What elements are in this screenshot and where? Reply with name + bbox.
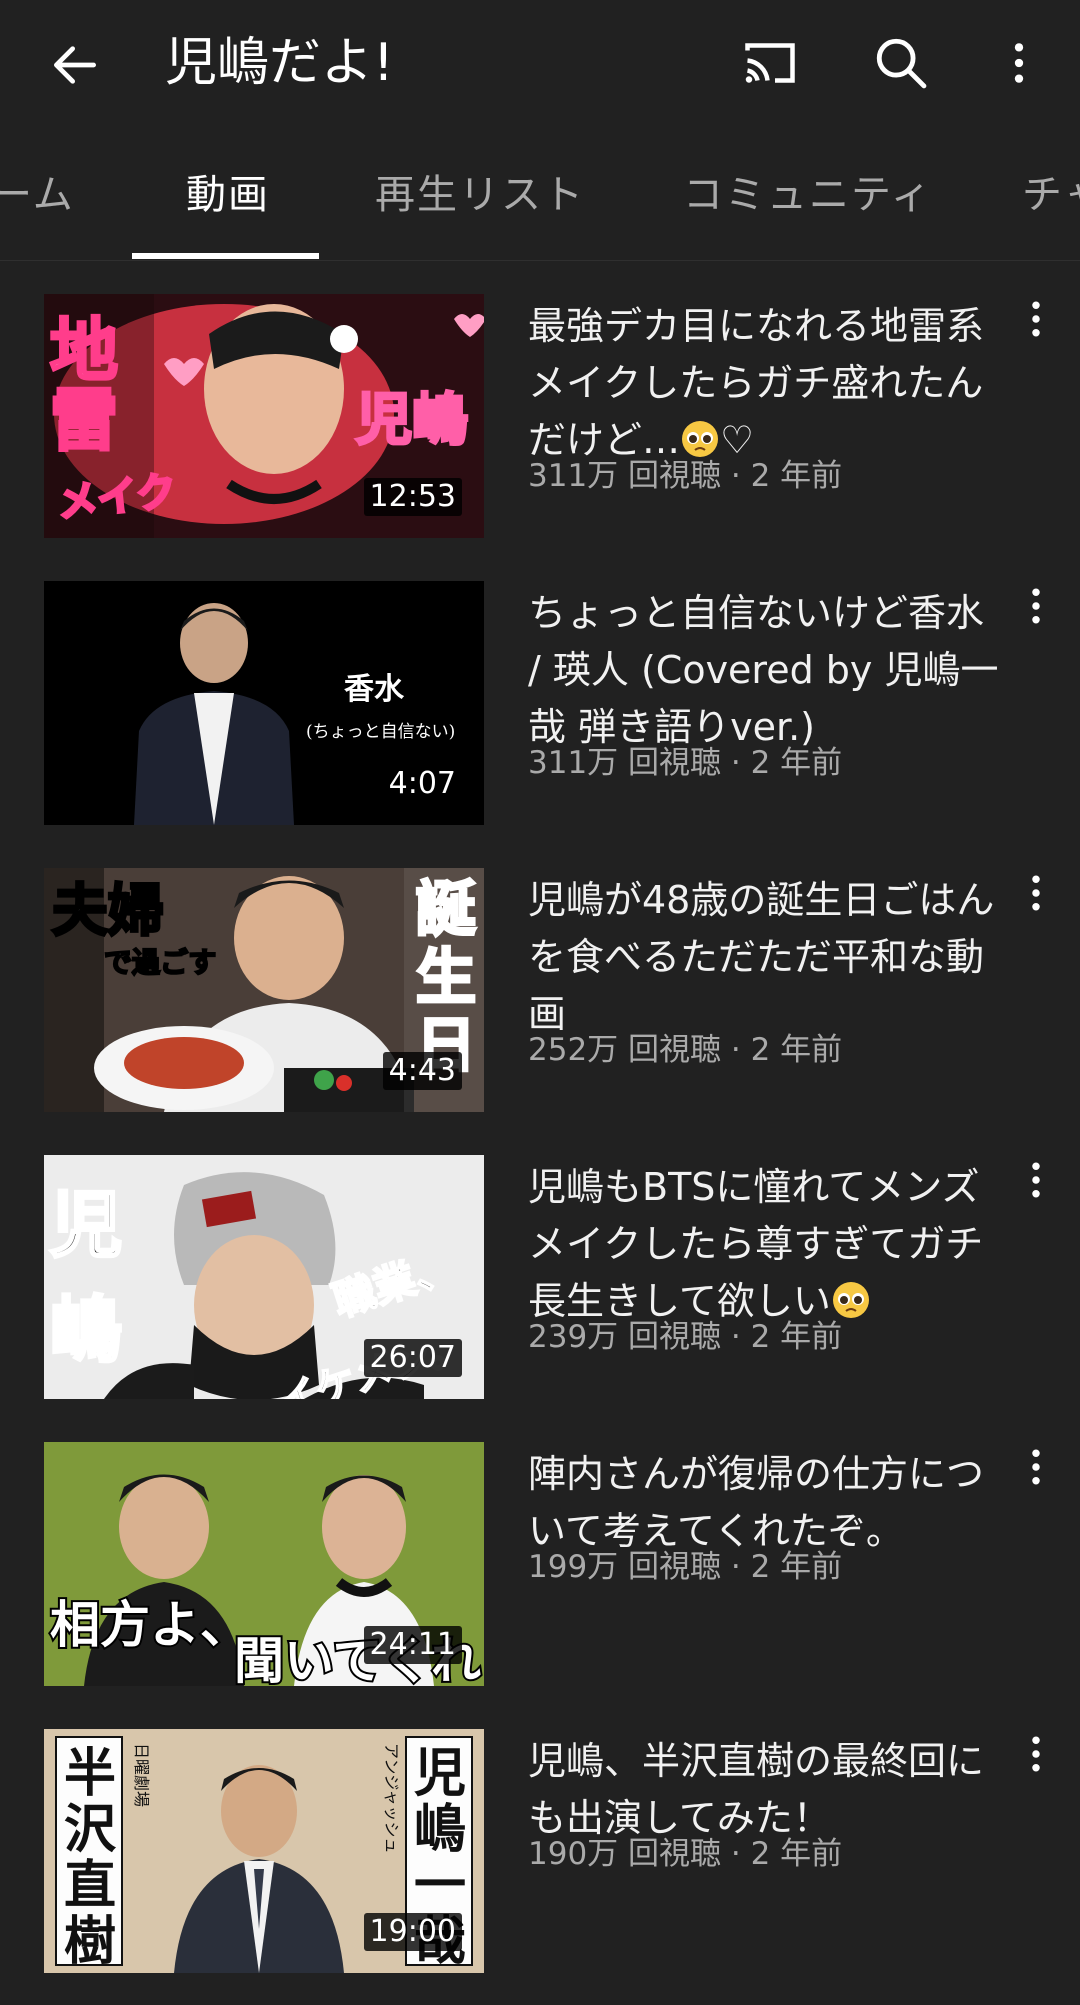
tab-playlists[interactable]: 再生リスト xyxy=(375,170,585,220)
video-item[interactable]: 相方よ、 聞いてくれ 24:11 陣内さんが復帰の仕方について考えてくれたぞ。 … xyxy=(0,1442,1080,1702)
more-vert-icon xyxy=(1032,1736,1040,1772)
video-thumbnail[interactable]: 香水 (ちょっと自信ない) 4:07 xyxy=(44,581,484,825)
thumbnail-text: 香水 xyxy=(344,672,405,707)
video-title-text: 最強デカ目になれる地雷系メイクしたらガチ盛れたんだけど… xyxy=(528,304,985,462)
thumbnail-text: 雷 xyxy=(50,382,118,461)
video-duration: 4:07 xyxy=(388,766,456,801)
more-vert-icon xyxy=(1032,301,1040,337)
thumbnail-text: 児 xyxy=(50,1183,122,1267)
video-more-button[interactable] xyxy=(1018,1729,1054,1779)
video-metadata: 252万 回視聴 · 2 年前 xyxy=(528,1032,843,1068)
more-vert-icon xyxy=(1032,1162,1040,1198)
video-title-text: 児嶋もBTSに憧れてメンズメイクしたら尊すぎてガチ長生きして欲しい xyxy=(528,1165,984,1323)
video-title[interactable]: 陣内さんが復帰の仕方について考えてくれたぞ。 xyxy=(528,1446,1008,1560)
upload-age: 2 年前 xyxy=(750,1032,843,1068)
view-count: 190万 回視聴 xyxy=(528,1836,722,1872)
video-metadata: 239万 回視聴 · 2 年前 xyxy=(528,1319,843,1355)
video-more-button[interactable] xyxy=(1018,1155,1054,1205)
video-thumbnail[interactable]: 児 嶋 職業、 イケメン。 26:07 xyxy=(44,1155,484,1399)
view-count: 252万 回視聴 xyxy=(528,1032,722,1068)
video-duration: 4:43 xyxy=(382,1052,462,1090)
video-more-button[interactable] xyxy=(1018,294,1054,344)
channel-tabs: ーム 動画 再生リスト コミュニティ チャ xyxy=(0,125,1080,261)
video-metadata: 190万 回視聴 · 2 年前 xyxy=(528,1836,843,1872)
thumbnail-text: 相方よ、 xyxy=(50,1596,250,1654)
search-button[interactable] xyxy=(866,28,936,98)
video-thumbnail[interactable]: 相方よ、 聞いてくれ 24:11 xyxy=(44,1442,484,1686)
upload-age: 2 年前 xyxy=(750,1319,843,1355)
thumbnail-text: 一 xyxy=(414,1855,466,1916)
video-thumbnail[interactable]: 半 沢 直 樹 日曜劇場 児 嶋 一 哉 アンジャッシュ 19:00 xyxy=(44,1729,484,1973)
thumbnail-text: 嶋 xyxy=(50,1288,122,1372)
thumbnail-text: 日曜劇場 xyxy=(132,1743,151,1807)
view-count: 239万 回視聴 xyxy=(528,1319,722,1355)
thumbnail-text: 樹 xyxy=(64,1911,116,1972)
back-arrow-icon xyxy=(54,46,96,84)
tab-channels[interactable]: チャ xyxy=(1022,170,1080,220)
video-item[interactable]: 児 嶋 職業、 イケメン。 26:07 児嶋もBTSに憧れてメンズメイクしたら尊… xyxy=(0,1155,1080,1415)
thumbnail-text: 児 xyxy=(414,1743,466,1804)
thumbnail-text: 児嶋 xyxy=(356,388,468,453)
video-duration: 12:53 xyxy=(363,478,462,516)
video-item[interactable]: 半 沢 直 樹 日曜劇場 児 嶋 一 哉 アンジャッシュ 19:00 児嶋、半沢… xyxy=(0,1729,1080,1989)
channel-title: 児嶋だよ! xyxy=(165,33,394,93)
more-vert-icon xyxy=(1032,588,1040,624)
thumbnail-text: アンジャッシュ xyxy=(382,1743,401,1854)
back-button[interactable] xyxy=(40,30,110,100)
video-title[interactable]: 最強デカ目になれる地雷系メイクしたらガチ盛れたんだけど… ♡ xyxy=(528,298,1008,469)
cast-icon xyxy=(745,43,795,83)
video-title[interactable]: 児嶋、半沢直樹の最終回にも出演してみた！ xyxy=(528,1733,1008,1847)
search-icon xyxy=(876,38,927,89)
upload-age: 2 年前 xyxy=(750,745,843,781)
video-metadata: 199万 回視聴 · 2 年前 xyxy=(528,1549,843,1585)
thumbnail-text: 夫婦 xyxy=(52,879,164,944)
upload-age: 2 年前 xyxy=(750,1549,843,1585)
video-duration: 26:07 xyxy=(363,1339,462,1377)
video-more-button[interactable] xyxy=(1018,868,1054,918)
tab-home[interactable]: ーム xyxy=(0,170,75,220)
thumbnail-text: 直 xyxy=(64,1855,116,1916)
thumbnail-text: 生 xyxy=(416,943,476,1013)
active-tab-indicator xyxy=(132,253,319,259)
video-title[interactable]: ちょっと自信ないけど香水 / 瑛人 (Covered by 児嶋一哉 弾き語りv… xyxy=(528,585,1008,756)
cast-button[interactable] xyxy=(735,28,805,98)
more-options-button[interactable] xyxy=(984,28,1054,98)
pleading-face-emoji-icon xyxy=(832,1282,869,1318)
thumbnail-text: 嶋 xyxy=(414,1799,466,1860)
video-metadata: 311万 回視聴 · 2 年前 xyxy=(528,458,843,494)
video-title[interactable]: 児嶋が48歳の誕生日ごはんを食べるただただ平和な動画 xyxy=(528,872,1008,1043)
video-item[interactable]: 夫婦 で過ごす 誕 生 日 4:43 児嶋が48歳の誕生日ごはんを食べるただただ… xyxy=(0,868,1080,1128)
thumbnail-text: 誕 xyxy=(416,875,476,945)
more-vert-icon xyxy=(1032,1449,1040,1485)
video-more-button[interactable] xyxy=(1018,581,1054,631)
upload-age: 2 年前 xyxy=(750,1836,843,1872)
video-duration: 19:00 xyxy=(363,1913,462,1951)
video-thumbnail[interactable]: 地 雷 メイク 児嶋 12:53 xyxy=(44,294,484,538)
view-count: 311万 回視聴 xyxy=(528,745,722,781)
upload-age: 2 年前 xyxy=(750,458,843,494)
video-item[interactable]: 地 雷 メイク 児嶋 12:53 最強デカ目になれる地雷系メイクしたらガチ盛れた… xyxy=(0,294,1080,554)
view-count: 199万 回視聴 xyxy=(528,1549,722,1585)
more-vert-icon xyxy=(1014,43,1024,83)
video-more-button[interactable] xyxy=(1018,1442,1054,1492)
view-count: 311万 回視聴 xyxy=(528,458,722,494)
thumbnail-text: で過ごす xyxy=(104,946,216,979)
video-metadata: 311万 回視聴 · 2 年前 xyxy=(528,745,843,781)
tab-community[interactable]: コミュニティ xyxy=(683,170,933,220)
video-thumbnail[interactable]: 夫婦 で過ごす 誕 生 日 4:43 xyxy=(44,868,484,1112)
pleading-face-emoji-icon xyxy=(682,421,719,457)
video-duration: 24:11 xyxy=(363,1626,462,1664)
thumbnail-text: (ちょっと自信ない) xyxy=(306,722,455,742)
tab-videos[interactable]: 動画 xyxy=(186,170,270,220)
app-bar: 児嶋だよ! xyxy=(0,0,1080,125)
thumbnail-text: 沢 xyxy=(64,1799,117,1860)
video-title[interactable]: 児嶋もBTSに憧れてメンズメイクしたら尊すぎてガチ長生きして欲しい xyxy=(528,1159,1008,1330)
video-item[interactable]: 香水 (ちょっと自信ない) 4:07 ちょっと自信ないけど香水 / 瑛人 (Co… xyxy=(0,581,1080,841)
thumbnail-text: 地 xyxy=(50,312,118,391)
more-vert-icon xyxy=(1032,875,1040,911)
thumbnail-text: 半 xyxy=(64,1743,116,1804)
